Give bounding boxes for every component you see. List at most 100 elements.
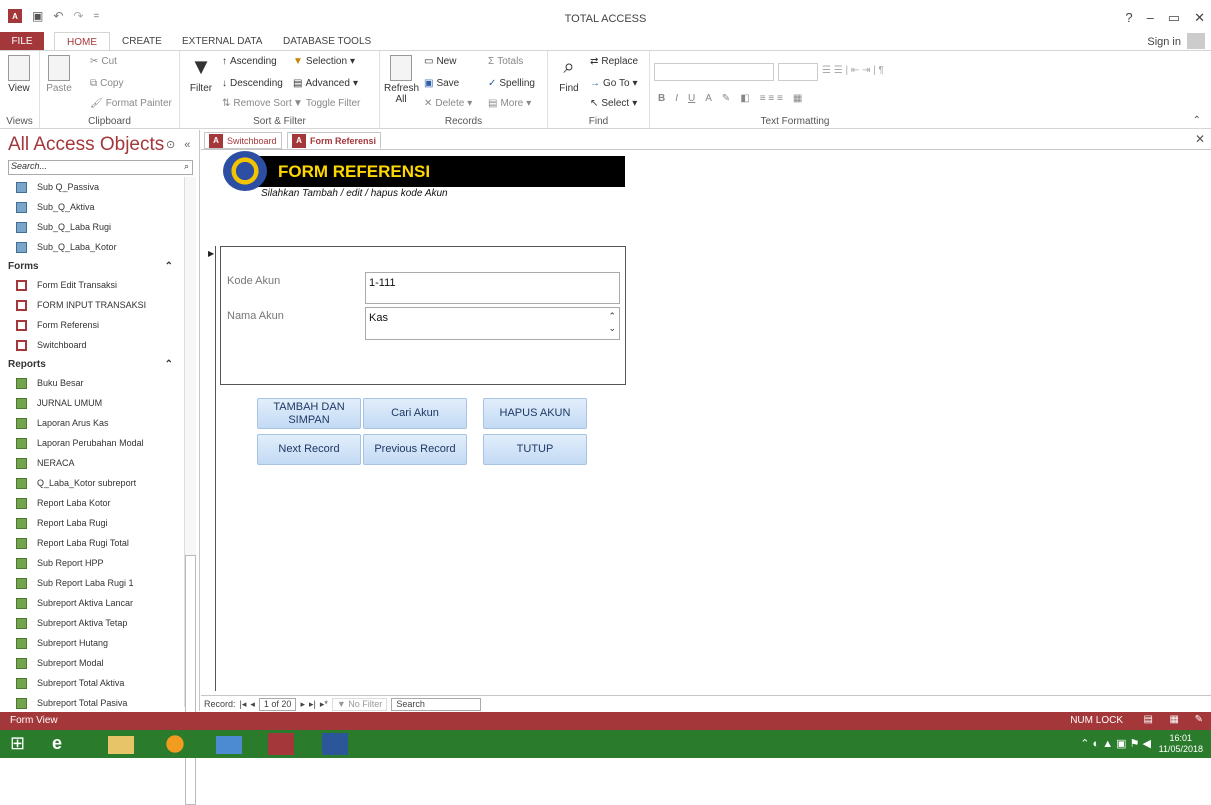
list-item[interactable]: Subreport Total Aktiva <box>8 673 183 693</box>
totals-button[interactable]: Σ Totals <box>488 56 523 67</box>
collapse-ribbon-icon[interactable]: ⌃ <box>1193 115 1201 126</box>
replace-button[interactable]: ⇄ Replace <box>590 56 638 67</box>
fill-color-icon[interactable]: ◧ <box>740 93 749 104</box>
gridlines-icon[interactable]: ▦ <box>793 93 802 104</box>
list-item[interactable]: Subreport Modal <box>8 653 183 673</box>
font-size-select[interactable] <box>778 63 818 81</box>
list-item[interactable]: Sub_Q_Laba Rugi <box>8 217 183 237</box>
tab-external-data[interactable]: EXTERNAL DATA <box>182 36 262 47</box>
form-view-icon[interactable]: ▤ <box>1144 714 1153 725</box>
list-item[interactable]: JURNAL UMUM <box>8 393 183 413</box>
advanced-button[interactable]: ▤ Advanced ▾ <box>293 78 358 89</box>
more-button[interactable]: ▤ More ▾ <box>488 98 531 109</box>
highlight-icon[interactable]: ✎ <box>722 93 730 104</box>
tab-create[interactable]: CREATE <box>122 36 162 47</box>
nav-section-forms[interactable]: Forms ⌃ <box>8 257 183 275</box>
list-item[interactable]: Report Laba Rugi <box>8 513 183 533</box>
file-explorer-icon[interactable] <box>108 736 134 754</box>
close-document-icon[interactable]: ✕ <box>1195 132 1205 146</box>
font-family-select[interactable] <box>654 63 774 81</box>
list-item[interactable]: Subreport Aktiva Tetap <box>8 613 183 633</box>
view-button[interactable]: View <box>4 55 34 94</box>
prev-record-icon[interactable]: ◂ <box>250 699 255 710</box>
list-item[interactable]: Q_Laba_Kotor subreport <box>8 473 183 493</box>
list-item[interactable]: Laporan Arus Kas <box>8 413 183 433</box>
kode-akun-field[interactable]: 1-111 <box>365 272 620 304</box>
next-record-button[interactable]: Next Record <box>257 434 361 465</box>
firefox-icon[interactable] <box>162 733 188 755</box>
doc-tab-switchboard[interactable]: A Switchboard <box>204 132 282 149</box>
next-record-icon[interactable]: ▸ <box>300 699 305 710</box>
nav-scrollbar-thumb[interactable] <box>185 555 196 805</box>
access-taskbar-icon[interactable] <box>268 733 294 755</box>
list-item[interactable]: Laporan Perubahan Modal <box>8 433 183 453</box>
layout-view-icon[interactable]: ▦ <box>1170 714 1179 725</box>
nav-pane-title[interactable]: All Access Objects <box>8 134 164 156</box>
list-item[interactable]: Sub Q_Passiva <box>8 177 183 197</box>
nav-section-reports[interactable]: Reports ⌃ <box>8 355 183 373</box>
word-taskbar-icon[interactable] <box>322 733 348 755</box>
record-search-input[interactable]: Search <box>391 697 482 711</box>
list-item[interactable]: Subreport Total Pasiva <box>8 693 183 713</box>
tab-home[interactable]: HOME <box>54 32 110 51</box>
new-record-button[interactable]: ▭ New <box>424 56 456 67</box>
last-record-icon[interactable]: ▸| <box>309 699 316 710</box>
collapse-nav-icon[interactable]: « <box>184 139 190 151</box>
no-filter-indicator[interactable]: ▼ No Filter <box>331 697 388 711</box>
list-item[interactable]: Report Laba Kotor <box>8 493 183 513</box>
nama-akun-field[interactable]: Kas ⌃ ⌄ <box>365 307 620 340</box>
field-scroll-icon[interactable]: ⌃ ⌄ <box>608 310 616 334</box>
sign-in-link[interactable]: Sign in <box>1147 36 1181 48</box>
align-icons[interactable]: ≡ ≡ ≡ <box>760 93 783 104</box>
collapse-section-icon[interactable]: ⌃ <box>165 261 173 272</box>
list-item[interactable]: Sub Report HPP <box>8 553 183 573</box>
list-item[interactable]: FORM INPUT TRANSAKSI <box>8 295 183 315</box>
restore-button[interactable]: ▭ <box>1168 10 1180 26</box>
paste-button[interactable]: Paste <box>44 55 74 94</box>
underline-button[interactable]: U <box>688 93 695 104</box>
tambah-simpan-button[interactable]: TAMBAH DAN SIMPAN <box>257 398 361 429</box>
descending-button[interactable]: ↓ Descending <box>222 78 283 89</box>
minimize-button[interactable]: – <box>1147 10 1154 26</box>
first-record-icon[interactable]: |◂ <box>240 699 247 710</box>
refresh-all-button[interactable]: Refresh All <box>384 55 419 105</box>
bold-button[interactable]: B <box>658 93 665 104</box>
delete-record-button[interactable]: ✕ Delete ▾ <box>424 98 472 109</box>
list-item[interactable]: Sub Report Laba Rugi 1 <box>8 573 183 593</box>
list-item[interactable]: Buku Besar <box>8 373 183 393</box>
design-view-icon[interactable]: ✎ <box>1195 714 1203 725</box>
italic-button[interactable]: I <box>675 93 678 104</box>
new-record-nav-icon[interactable]: ▸* <box>320 699 328 710</box>
nav-menu-icon[interactable]: ⊙ <box>166 139 175 151</box>
save-record-button[interactable]: ▣ Save <box>424 78 459 89</box>
format-painter-button[interactable]: 🖌 Format Painter <box>90 98 172 109</box>
list-item[interactable]: Subreport Hutang <box>8 633 183 653</box>
tab-database-tools[interactable]: DATABASE TOOLS <box>283 36 371 47</box>
list-item[interactable]: Form Referensi <box>8 315 183 335</box>
help-button[interactable]: ? <box>1125 10 1132 26</box>
tab-file[interactable]: FILE <box>0 32 44 50</box>
select-button[interactable]: ↖ Select ▾ <box>590 98 637 109</box>
spelling-button[interactable]: ✓ Spelling <box>488 78 535 89</box>
ascending-button[interactable]: ↑ Ascending <box>222 56 277 67</box>
font-color-button[interactable]: A <box>705 93 712 104</box>
cari-akun-button[interactable]: Cari Akun <box>363 398 467 429</box>
record-selector[interactable] <box>206 246 216 691</box>
list-item[interactable]: Sub_Q_Aktiva <box>8 197 183 217</box>
list-item[interactable]: Form Edit Transaksi <box>8 275 183 295</box>
search-icon[interactable]: ⌕ <box>184 161 189 172</box>
copy-button[interactable]: ⧉ Copy <box>90 78 124 89</box>
user-avatar-icon[interactable] <box>1187 33 1205 49</box>
windows-start-icon[interactable]: ⊞ <box>10 733 36 755</box>
list-item[interactable]: Report Laba Rugi Total <box>8 533 183 553</box>
collapse-section-icon[interactable]: ⌃ <box>165 359 173 370</box>
go-to-button[interactable]: → Go To ▾ <box>590 78 638 89</box>
find-button[interactable]: ⌕ Find <box>554 55 584 94</box>
list-item[interactable]: Switchboard <box>8 335 183 355</box>
internet-explorer-icon[interactable]: e <box>52 733 78 755</box>
cut-button[interactable]: ✂ Cut <box>90 56 117 67</box>
hapus-akun-button[interactable]: HAPUS AKUN <box>483 398 587 429</box>
remove-sort-button[interactable]: ⇅ Remove Sort <box>222 98 292 109</box>
toggle-filter-button[interactable]: ▼ Toggle Filter <box>293 98 360 109</box>
control-panel-icon[interactable] <box>216 736 242 754</box>
